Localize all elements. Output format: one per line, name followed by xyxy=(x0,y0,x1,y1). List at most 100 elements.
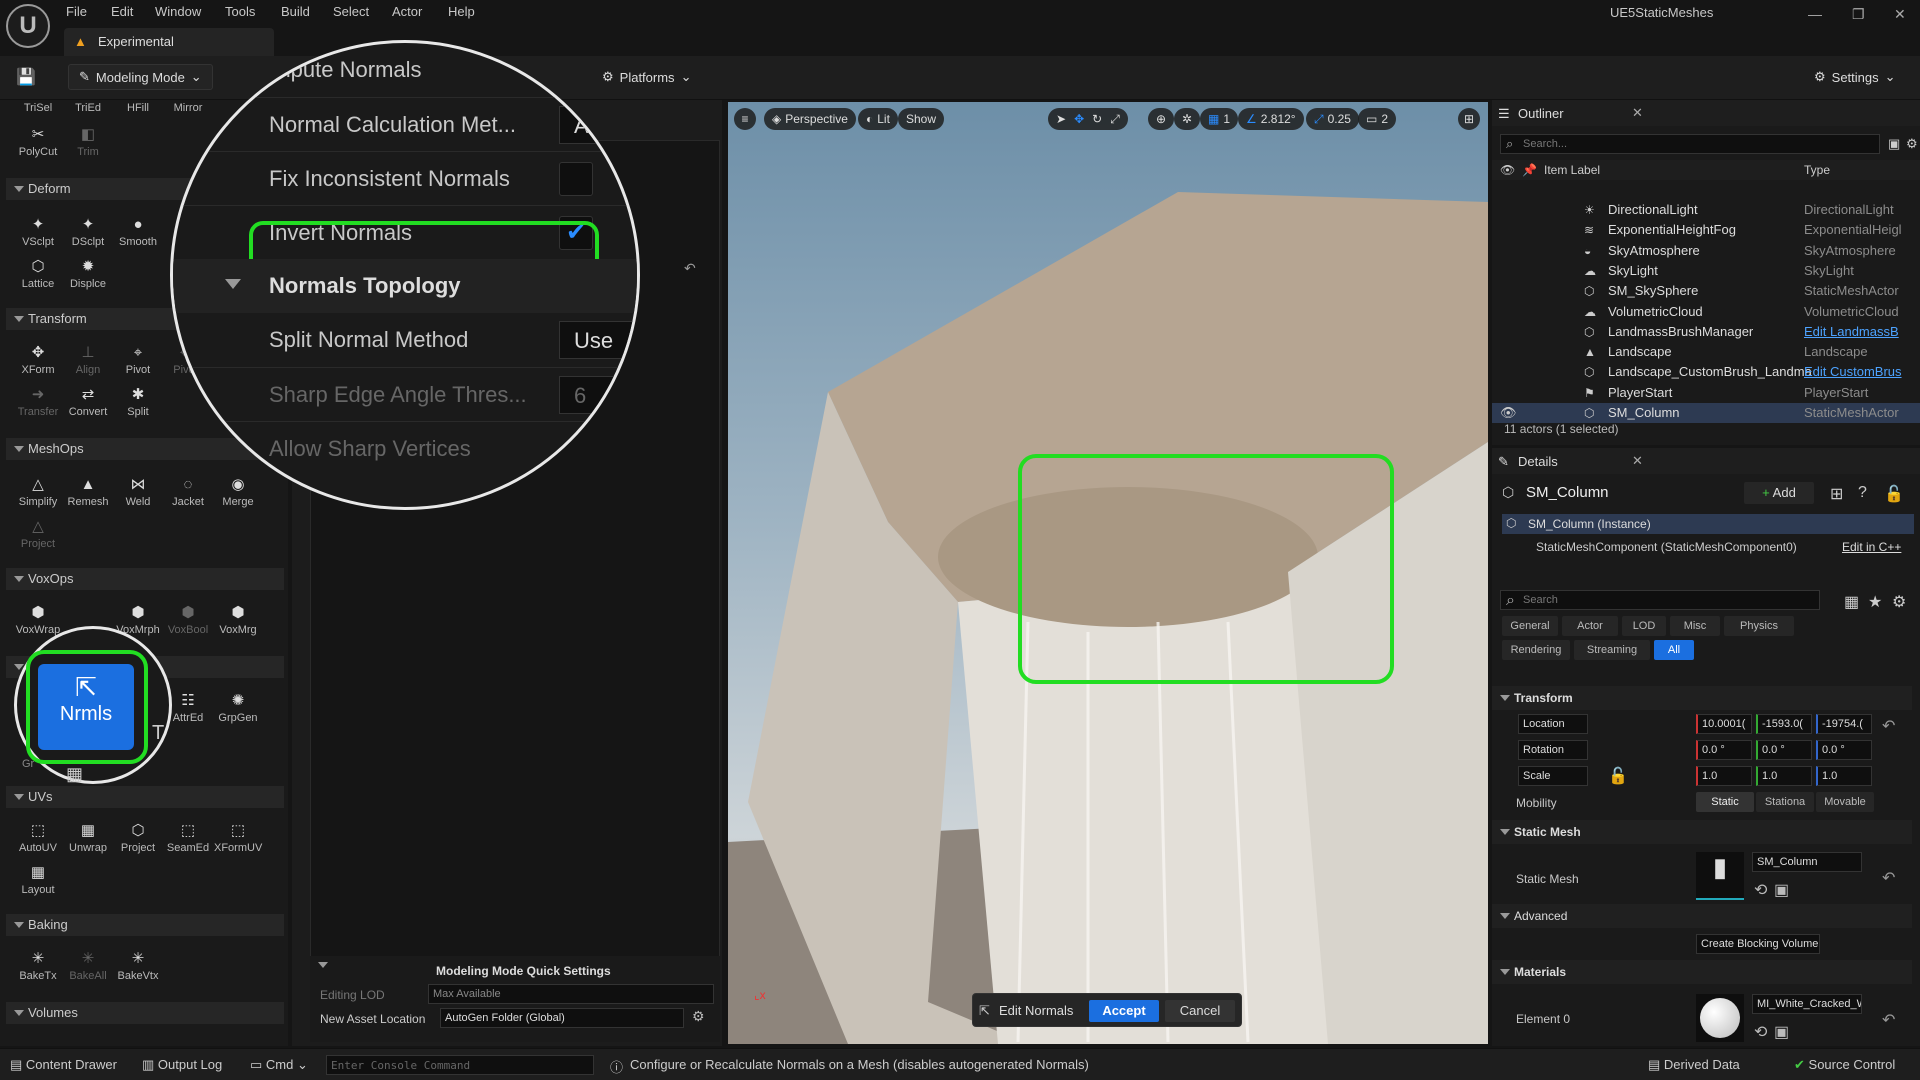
normal-calculation-select[interactable]: Ar xyxy=(559,106,637,144)
tool-dsclpt[interactable]: ✦ DSclpt xyxy=(64,212,112,256)
filter-lod[interactable]: LOD xyxy=(1622,616,1666,636)
tool-transfer[interactable]: ➜ Transfer xyxy=(14,382,62,426)
outliner-row[interactable]: ⬡ Landscape_CustomBrush_Landma Edit Custom… xyxy=(1492,362,1920,382)
tool-hfill[interactable]: HFill xyxy=(114,102,162,122)
tool-baketx[interactable]: ✳ BakeTx xyxy=(14,946,62,990)
tool-bakevtx[interactable]: ✳ BakeVtx xyxy=(114,946,162,990)
tool-bakeall[interactable]: ✳ BakeAll xyxy=(64,946,112,990)
category-volumes[interactable]: Volumes xyxy=(6,1002,284,1024)
editing-lod-select[interactable]: Max Available xyxy=(428,984,714,1004)
tool-seamed[interactable]: ⬚ SeamEd xyxy=(164,818,212,862)
scale-snap-button[interactable]: ⤢ 0.25 xyxy=(1306,108,1359,130)
tool-pivot[interactable]: ⌖ Pivot xyxy=(114,340,162,384)
outliner-row[interactable]: ⬡ LandmassBrushManager Edit LandmassB xyxy=(1492,322,1920,342)
gear-icon[interactable]: ⚙ xyxy=(1906,136,1918,152)
static-mesh-thumbnail[interactable]: ▮ xyxy=(1696,852,1744,900)
outliner-row[interactable]: ▲ Landscape Landscape xyxy=(1492,342,1920,362)
outliner-tab[interactable]: ☰ Outliner ✕ xyxy=(1492,100,1920,126)
tool-jacket[interactable]: ◌ Jacket xyxy=(164,472,212,516)
tool-trisel[interactable]: TriSel xyxy=(14,102,62,122)
tool-lattice[interactable]: ⬡ Lattice xyxy=(14,254,62,298)
unreal-logo-icon[interactable]: U xyxy=(6,4,50,48)
details-tab[interactable]: ✎ Details ✕ xyxy=(1492,448,1920,474)
material-thumbnail[interactable] xyxy=(1696,994,1744,1042)
section-advanced[interactable]: Advanced xyxy=(1492,904,1912,928)
lock-icon[interactable]: 🔓 xyxy=(1608,766,1628,786)
mobility-static[interactable]: Static xyxy=(1696,792,1754,812)
outliner-row[interactable]: ☁ SkyLight SkyLight xyxy=(1492,261,1920,281)
tool-unwrap[interactable]: ▦ Unwrap xyxy=(64,818,112,862)
derived-data-button[interactable]: ▤ Derived Data xyxy=(1648,1057,1740,1073)
tool-trim[interactable]: ◧ Trim xyxy=(64,122,112,166)
reset-arrow-icon[interactable]: ↶ xyxy=(1882,1010,1895,1030)
lit-button[interactable]: ◐ Lit xyxy=(858,108,898,130)
menu-help[interactable]: Help xyxy=(448,4,475,19)
table-view-icon[interactable]: ▦ xyxy=(1844,592,1859,612)
menu-tools[interactable]: Tools xyxy=(225,4,255,19)
details-search-input[interactable]: Search xyxy=(1500,590,1820,610)
gear-icon[interactable]: ⚙ xyxy=(692,1008,705,1025)
section-materials[interactable]: Materials xyxy=(1492,960,1912,984)
cancel-button[interactable]: Cancel xyxy=(1165,1000,1235,1022)
grid-snap-button[interactable]: ▦ 1 xyxy=(1200,108,1239,130)
console-input[interactable]: Enter Console Command xyxy=(326,1055,594,1075)
filter-rendering[interactable]: Rendering xyxy=(1502,640,1570,660)
filter-general[interactable]: General xyxy=(1502,616,1558,636)
category-baking[interactable]: Baking xyxy=(6,914,284,936)
tool-project[interactable]: △ Project xyxy=(14,514,62,558)
gear-icon[interactable]: ⚙ xyxy=(1892,592,1906,612)
close-tab-icon[interactable]: ✕ xyxy=(1632,453,1643,469)
cmd-dropdown[interactable]: ▭ Cmd ⌄ xyxy=(250,1057,308,1073)
menu-window[interactable]: Window xyxy=(155,4,201,19)
pin-icon[interactable]: 📌 xyxy=(1522,163,1537,177)
reset-arrow-icon[interactable]: ↶ xyxy=(684,260,696,277)
tool-layout[interactable]: ▦ Layout xyxy=(14,860,62,904)
folder-add-icon[interactable]: ▣ xyxy=(1888,136,1900,152)
surface-snap-icon[interactable]: ✲ xyxy=(1174,108,1201,130)
filter-physics[interactable]: Physics xyxy=(1724,616,1794,636)
filter-all[interactable]: All xyxy=(1654,640,1694,660)
settings-button[interactable]: ⚙ Settings ⌄ xyxy=(1804,64,1906,90)
menu-select[interactable]: Select xyxy=(333,4,369,19)
outliner-row[interactable]: ☀ DirectionalLight DirectionalLight xyxy=(1492,200,1920,220)
location-z[interactable]: -19754.( xyxy=(1816,714,1872,734)
asset-location-select[interactable]: AutoGen Folder (Global) xyxy=(440,1008,684,1028)
visibility-icon[interactable]: 👁 xyxy=(1500,403,1517,423)
reset-arrow-icon[interactable]: ↶ xyxy=(1882,716,1895,736)
reset-arrow-icon[interactable]: ↶ xyxy=(1882,868,1895,888)
filter-streaming[interactable]: Streaming xyxy=(1574,640,1650,660)
tool-grpgen[interactable]: ✺ GrpGen xyxy=(214,688,262,732)
tool-weld[interactable]: ⋈ Weld xyxy=(114,472,162,516)
section-normals-topology[interactable]: Normals Topology xyxy=(173,259,637,313)
scale-z[interactable]: 1.0 xyxy=(1816,766,1872,786)
tool-remesh[interactable]: ▲ Remesh xyxy=(64,472,112,516)
category-voxops[interactable]: VoxOps xyxy=(6,568,284,590)
column-type[interactable]: Type xyxy=(1804,163,1830,177)
transform-gizmo-tools[interactable]: ➤ ✥ ↻ ⤢ xyxy=(1048,108,1128,130)
location-dropdown[interactable]: Location xyxy=(1518,714,1588,734)
split-normal-select[interactable]: Use xyxy=(559,321,637,359)
tool-autouv[interactable]: ⬚ AutoUV xyxy=(14,818,62,862)
rotation-z[interactable]: 0.0 ° xyxy=(1816,740,1872,760)
browse-icon[interactable]: ⟲ xyxy=(1754,1022,1767,1042)
rotation-dropdown[interactable]: Rotation xyxy=(1518,740,1588,760)
rotation-y[interactable]: 0.0 ° xyxy=(1756,740,1812,760)
outliner-row-type[interactable]: Edit CustomBrus xyxy=(1804,362,1916,382)
filter-misc[interactable]: Misc xyxy=(1670,616,1720,636)
tool-uv-project[interactable]: ⬡ Project xyxy=(114,818,162,862)
menu-file[interactable]: File xyxy=(66,4,87,19)
filter-actor[interactable]: Actor xyxy=(1562,616,1618,636)
blueprint-icon[interactable]: ⊞ xyxy=(1830,484,1843,504)
sharp-edge-angle-field[interactable]: 6 xyxy=(559,376,637,414)
static-mesh-select[interactable]: SM_Column xyxy=(1752,852,1862,872)
outliner-row[interactable]: ≋ ExponentialHeightFog ExponentialHeigl xyxy=(1492,220,1920,240)
collapse-icon[interactable] xyxy=(318,962,328,968)
close-icon[interactable]: ✕ xyxy=(1894,6,1906,23)
minimize-icon[interactable]: — xyxy=(1808,6,1822,22)
folder-icon[interactable]: ▣ xyxy=(1774,1022,1789,1042)
browse-icon[interactable]: ⟲ xyxy=(1754,880,1767,900)
tool-nrmls[interactable]: ⇱ Nrmls xyxy=(38,664,134,750)
tool-voxmrg[interactable]: ⬢ VoxMrg xyxy=(214,600,262,644)
content-drawer-button[interactable]: ▤ Content Drawer xyxy=(10,1057,117,1073)
section-transform[interactable]: Transform xyxy=(1492,686,1912,710)
